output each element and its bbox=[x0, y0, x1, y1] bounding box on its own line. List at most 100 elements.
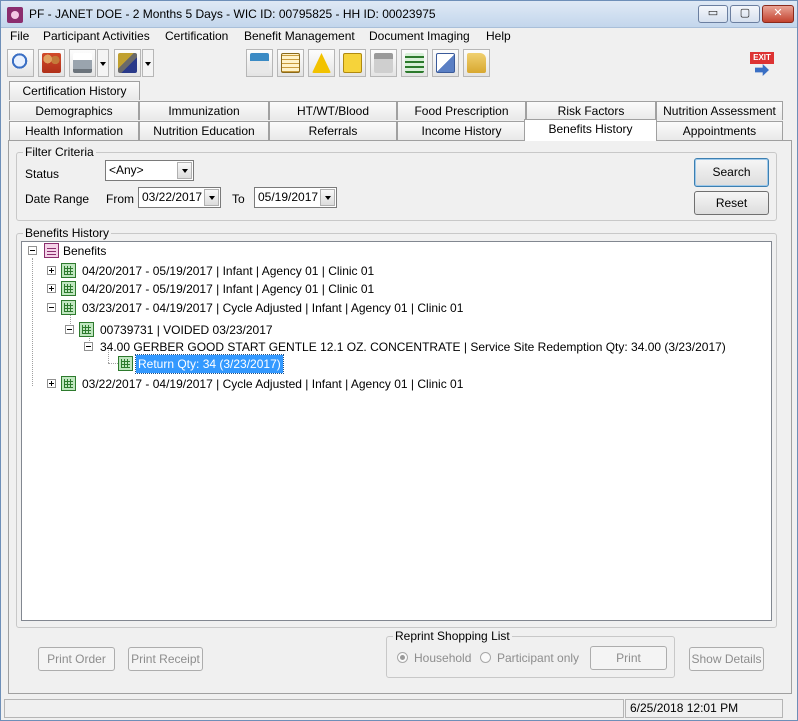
participant-only-radio[interactable] bbox=[480, 652, 491, 663]
main-window: PF - JANET DOE - 2 Months 5 Days - WIC I… bbox=[0, 0, 798, 721]
to-date-picker[interactable]: 05/19/2017 bbox=[254, 187, 337, 208]
print-order-button[interactable]: Print Order bbox=[38, 647, 115, 671]
tree-connector bbox=[108, 363, 118, 364]
tab-income-history[interactable]: Income History bbox=[397, 121, 526, 140]
household-label: Household bbox=[414, 651, 472, 665]
tree-node-label-selected: Return Qty: 34 (3/23/2017) bbox=[135, 354, 284, 374]
family-button[interactable] bbox=[38, 49, 65, 77]
exit-button[interactable]: EXIT bbox=[747, 49, 777, 79]
documents-button[interactable] bbox=[432, 49, 459, 77]
to-date-value: 05/19/2017 bbox=[258, 190, 319, 204]
tab-demographics[interactable]: Demographics bbox=[9, 101, 139, 120]
benefits-history-legend: Benefits History bbox=[25, 226, 110, 240]
from-date-value: 03/22/2017 bbox=[142, 190, 203, 204]
reset-button[interactable]: Reset bbox=[694, 191, 769, 215]
benefit-set-icon bbox=[61, 281, 76, 296]
benefit-set-icon bbox=[61, 263, 76, 278]
benefits-tree[interactable]: Benefits 04/20/2017 - 05/19/2017 | Infan… bbox=[21, 241, 772, 621]
menu-document-imaging[interactable]: Document Imaging bbox=[369, 29, 470, 43]
from-date-picker[interactable]: 03/22/2017 bbox=[138, 187, 221, 208]
menu-participant-activities[interactable]: Participant Activities bbox=[43, 29, 150, 43]
menu-bar: File Participant Activities Certificatio… bbox=[1, 28, 797, 47]
check-icon bbox=[118, 356, 133, 371]
calendar-button[interactable] bbox=[277, 49, 304, 77]
tab-health-information[interactable]: Health Information bbox=[9, 121, 139, 140]
title-bar[interactable]: PF - JANET DOE - 2 Months 5 Days - WIC I… bbox=[1, 1, 797, 28]
tab-food-prescription[interactable]: Food Prescription bbox=[397, 101, 526, 120]
check-button[interactable] bbox=[401, 49, 428, 77]
print-dropdown[interactable] bbox=[97, 49, 109, 77]
tree-node-label: 34.00 GERBER GOOD START GENTLE 12.1 OZ. … bbox=[100, 340, 726, 354]
check-icon bbox=[79, 322, 94, 337]
filter-criteria-group: Filter Criteria bbox=[16, 145, 777, 221]
print-button[interactable]: Print bbox=[590, 646, 667, 670]
chevron-down-icon[interactable] bbox=[204, 189, 219, 206]
tab-nutrition-assessment[interactable]: Nutrition Assessment bbox=[656, 101, 783, 120]
print-receipt-button[interactable]: Print Receipt bbox=[128, 647, 203, 671]
tree-node-label: 00739731 | VOIDED 03/23/2017 bbox=[100, 323, 273, 337]
menu-certification[interactable]: Certification bbox=[165, 29, 228, 43]
status-bar: 6/25/2018 12:01 PM bbox=[1, 697, 797, 720]
close-button[interactable]: ✕ bbox=[762, 5, 794, 23]
tab-risk-factors[interactable]: Risk Factors bbox=[526, 101, 656, 120]
status-select[interactable]: <Any> bbox=[105, 160, 194, 181]
minimize-button[interactable]: ▭ bbox=[698, 5, 728, 23]
expand-icon[interactable] bbox=[47, 266, 56, 275]
tab-certification-history[interactable]: Certification History bbox=[9, 81, 140, 100]
card-icon bbox=[374, 53, 393, 73]
toolbar bbox=[1, 47, 797, 83]
menu-file[interactable]: File bbox=[10, 29, 29, 43]
benefit-set-icon bbox=[61, 300, 76, 315]
collapse-icon[interactable] bbox=[47, 303, 56, 312]
tab-benefits-history[interactable]: Benefits History bbox=[524, 119, 657, 141]
menu-benefit-management[interactable]: Benefit Management bbox=[244, 29, 355, 43]
participant-only-label: Participant only bbox=[497, 651, 580, 665]
expand-icon[interactable] bbox=[47, 284, 56, 293]
restore-button[interactable]: ▢ bbox=[730, 5, 760, 23]
tab-appointments[interactable]: Appointments bbox=[656, 121, 783, 140]
tools-dropdown[interactable] bbox=[142, 49, 154, 77]
tab-referrals[interactable]: Referrals bbox=[269, 121, 397, 140]
menu-help[interactable]: Help bbox=[486, 29, 511, 43]
chevron-down-icon[interactable] bbox=[320, 189, 335, 206]
show-details-button[interactable]: Show Details bbox=[689, 647, 764, 671]
tree-node-label: 04/20/2017 - 05/19/2017 | Infant | Agenc… bbox=[82, 282, 375, 296]
family-icon bbox=[42, 53, 61, 73]
exit-label: EXIT bbox=[750, 52, 774, 64]
tools-button[interactable] bbox=[114, 49, 141, 77]
tree-node-label: Benefits bbox=[63, 244, 107, 258]
notes-button[interactable] bbox=[339, 49, 366, 77]
folder-button[interactable] bbox=[463, 49, 490, 77]
print-button[interactable] bbox=[69, 49, 96, 77]
window-title: PF - JANET DOE - 2 Months 5 Days - WIC I… bbox=[29, 7, 436, 21]
tools-icon bbox=[118, 53, 137, 73]
tree-node-label: 04/20/2017 - 05/19/2017 | Infant | Agenc… bbox=[82, 264, 375, 278]
from-label: From bbox=[106, 192, 134, 206]
chevron-down-icon[interactable] bbox=[177, 162, 192, 179]
calculator-button[interactable] bbox=[246, 49, 273, 77]
tab-nutrition-education[interactable]: Nutrition Education bbox=[139, 121, 269, 140]
tree-connector bbox=[32, 258, 33, 386]
status-label: Status bbox=[25, 167, 60, 181]
printer-icon bbox=[73, 53, 92, 73]
expand-icon[interactable] bbox=[47, 379, 56, 388]
benefits-icon bbox=[44, 243, 59, 258]
collapse-icon[interactable] bbox=[65, 325, 74, 334]
card-button[interactable] bbox=[370, 49, 397, 77]
household-radio[interactable] bbox=[397, 652, 408, 663]
filter-criteria-legend: Filter Criteria bbox=[25, 145, 94, 159]
collapse-icon[interactable] bbox=[28, 246, 37, 255]
tab-ht-wt-blood[interactable]: HT/WT/Blood bbox=[269, 101, 397, 120]
collapse-icon[interactable] bbox=[84, 342, 93, 351]
exit-icon bbox=[755, 64, 769, 76]
reprint-shopping-list-legend: Reprint Shopping List bbox=[395, 629, 510, 643]
search-button[interactable] bbox=[7, 49, 34, 77]
tree-node-label: 03/23/2017 - 04/19/2017 | Cycle Adjusted… bbox=[82, 301, 464, 315]
alerts-button[interactable] bbox=[308, 49, 335, 77]
calculator-icon bbox=[250, 53, 269, 73]
folder-icon bbox=[467, 53, 486, 73]
tab-immunization[interactable]: Immunization bbox=[139, 101, 269, 120]
to-label: To bbox=[232, 192, 245, 206]
status-value: <Any> bbox=[109, 163, 144, 177]
search-button[interactable]: Search bbox=[694, 158, 769, 187]
